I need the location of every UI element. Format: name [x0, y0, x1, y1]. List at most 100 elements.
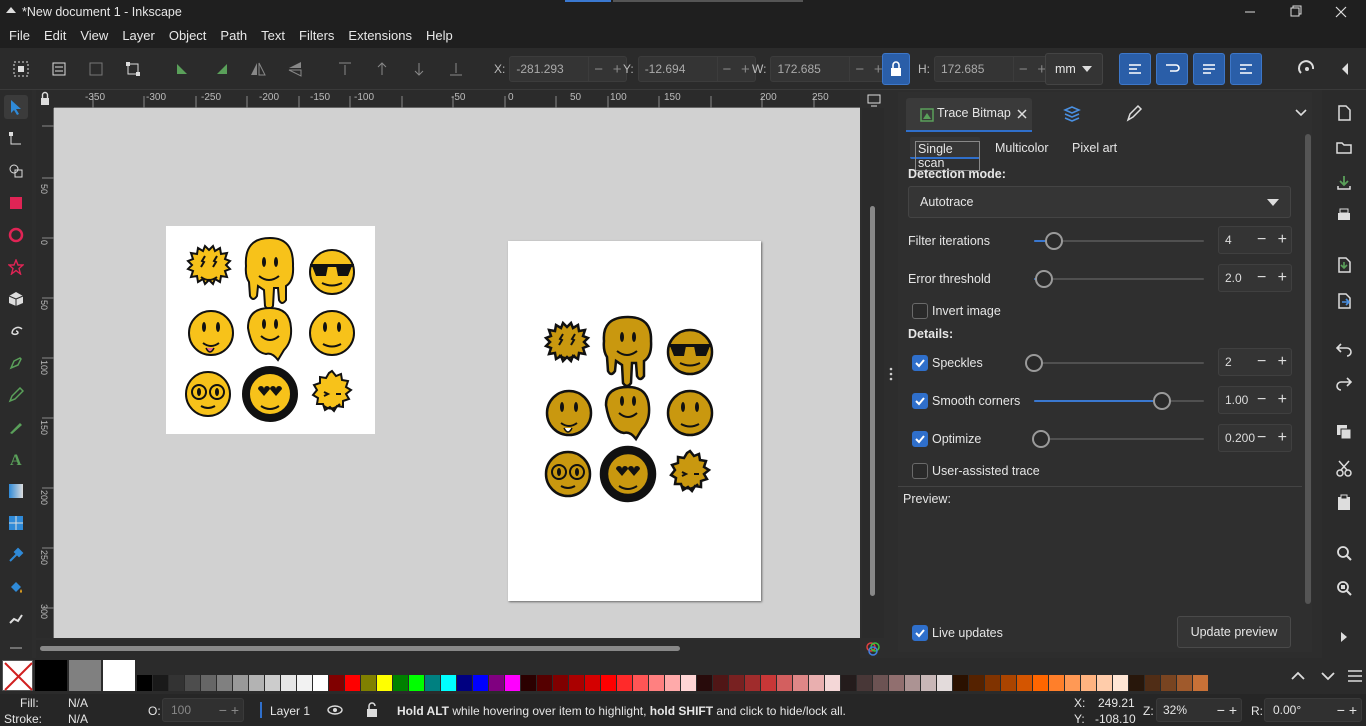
- stroke-value[interactable]: N/A: [68, 712, 88, 726]
- restore-button[interactable]: [1285, 3, 1305, 21]
- palette-swatch[interactable]: [169, 675, 184, 691]
- y-coordinate-field[interactable]: Y: -12.694 − +: [623, 56, 756, 82]
- mode-multicolor[interactable]: Multicolor: [995, 141, 1049, 155]
- palette-swatch[interactable]: [265, 675, 280, 691]
- optimize-slider-knob[interactable]: [1031, 430, 1050, 448]
- layer-lock-icon[interactable]: [364, 701, 380, 719]
- palette-swatch[interactable]: [281, 675, 296, 691]
- optimize-spin[interactable]: 0.200 − +: [1218, 424, 1292, 452]
- palette-swatch[interactable]: [457, 675, 472, 691]
- more-commands-icon[interactable]: [1332, 625, 1356, 649]
- palette-swatch[interactable]: [361, 675, 376, 691]
- palette-swatch[interactable]: [777, 675, 792, 691]
- vertical-scrollbar[interactable]: [862, 108, 884, 638]
- palette-swatch[interactable]: [1065, 675, 1080, 691]
- optimize-value[interactable]: 0.200: [1219, 431, 1257, 445]
- opacity-spin[interactable]: 100− +: [162, 698, 244, 722]
- gradient-tool-icon[interactable]: [4, 479, 28, 503]
- palette-swatch[interactable]: [969, 675, 984, 691]
- update-preview-button[interactable]: Update preview: [1177, 616, 1291, 648]
- palette-menu-icon[interactable]: [1345, 666, 1365, 686]
- x-coordinate-field[interactable]: X: -281.293 − +: [494, 56, 628, 82]
- palette-swatch[interactable]: [1145, 675, 1160, 691]
- smooth-corners-checkbox[interactable]: [912, 393, 928, 409]
- close-window-button[interactable]: [1331, 3, 1351, 21]
- scale-corners-button[interactable]: [1156, 53, 1188, 85]
- speckles-stepper[interactable]: − +: [1257, 353, 1291, 371]
- ellipse-tool-icon[interactable]: [4, 223, 28, 247]
- mode-single-scan[interactable]: Single scan: [910, 137, 980, 171]
- minimize-button[interactable]: [1240, 3, 1260, 21]
- palette-swatch[interactable]: [441, 675, 456, 691]
- snap-toggle-icon[interactable]: [1296, 58, 1318, 80]
- palette-swatch[interactable]: [937, 675, 952, 691]
- error-threshold-value[interactable]: 2.0: [1219, 271, 1257, 285]
- new-document-icon[interactable]: [1332, 101, 1356, 125]
- vertical-ruler[interactable]: 50 0 50 100 150 200 250 300: [36, 108, 54, 638]
- menu-layer[interactable]: Layer: [115, 24, 162, 48]
- palette-swatch[interactable]: [825, 675, 840, 691]
- node-tool-icon[interactable]: [4, 127, 28, 151]
- rotate-cw-icon[interactable]: [208, 56, 234, 82]
- palette-swatch[interactable]: [601, 675, 616, 691]
- palette-swatch[interactable]: [1177, 675, 1192, 691]
- palette-swatch[interactable]: [729, 675, 744, 691]
- print-icon[interactable]: [1332, 203, 1356, 227]
- palette-swatch[interactable]: [905, 675, 920, 691]
- y-value[interactable]: -12.694: [637, 56, 718, 82]
- lock-ratio-button[interactable]: [882, 53, 910, 85]
- menu-view[interactable]: View: [73, 24, 115, 48]
- optimize-checkbox[interactable]: [912, 431, 928, 447]
- palette-swatch[interactable]: [489, 675, 504, 691]
- invert-image-checkbox[interactable]: [912, 303, 928, 319]
- display-mode-icon[interactable]: [866, 92, 882, 108]
- zoom-drawing-icon[interactable]: [1332, 576, 1356, 600]
- dock-handle-icon[interactable]: [886, 360, 896, 390]
- palette-swatch[interactable]: [1129, 675, 1144, 691]
- menu-file[interactable]: File: [0, 24, 37, 48]
- filter-iterations-stepper[interactable]: − +: [1257, 231, 1291, 249]
- current-layer-label[interactable]: Layer 1: [270, 704, 310, 718]
- palette-swatch[interactable]: [185, 675, 200, 691]
- smooth-corners-slider-knob[interactable]: [1152, 392, 1171, 410]
- palette-swatch[interactable]: [473, 675, 488, 691]
- palette-swatch[interactable]: [393, 675, 408, 691]
- menu-extensions[interactable]: Extensions: [341, 24, 419, 48]
- unit-select[interactable]: mm: [1045, 53, 1103, 85]
- speckles-spin[interactable]: 2 − +: [1218, 348, 1292, 376]
- gray-swatch[interactable]: [69, 660, 101, 691]
- undo-icon[interactable]: [1332, 337, 1356, 361]
- vertical-scroll-thumb[interactable]: [870, 206, 875, 596]
- palette-swatch[interactable]: [809, 675, 824, 691]
- collapse-toolbar-icon[interactable]: [1334, 58, 1356, 80]
- palette-swatch[interactable]: [1001, 675, 1016, 691]
- palette-swatch[interactable]: [1049, 675, 1064, 691]
- palette-swatch[interactable]: [857, 675, 872, 691]
- palette-swatch[interactable]: [585, 675, 600, 691]
- palette-swatch[interactable]: [569, 675, 584, 691]
- palette-swatch[interactable]: [137, 675, 152, 691]
- menu-path[interactable]: Path: [213, 24, 254, 48]
- height-field[interactable]: H: 172.685 − +: [918, 56, 1052, 82]
- star-tool-icon[interactable]: [4, 255, 28, 279]
- move-gradients-button[interactable]: [1193, 53, 1225, 85]
- palette-swatch[interactable]: [553, 675, 568, 691]
- palette-scroll-up-icon[interactable]: [1288, 666, 1308, 686]
- black-swatch[interactable]: [35, 660, 67, 691]
- palette-swatch[interactable]: [665, 675, 680, 691]
- palette-swatch[interactable]: [1193, 675, 1208, 691]
- palette-swatch[interactable]: [921, 675, 936, 691]
- palette-swatch[interactable]: [249, 675, 264, 691]
- dock-scrollbar-thumb[interactable]: [1305, 134, 1311, 604]
- palette-swatch[interactable]: [313, 675, 328, 691]
- palette-swatch[interactable]: [521, 675, 536, 691]
- text-tool-icon[interactable]: A: [4, 447, 28, 471]
- horizontal-scroll-thumb[interactable]: [40, 646, 680, 651]
- fill-value[interactable]: N/A: [68, 696, 88, 710]
- palette-swatch[interactable]: [297, 675, 312, 691]
- palette-swatch[interactable]: [1081, 675, 1096, 691]
- palette-swatch[interactable]: [985, 675, 1000, 691]
- select-all-icon[interactable]: [8, 56, 34, 82]
- open-file-icon[interactable]: [1332, 135, 1356, 159]
- palette-swatch[interactable]: [1161, 675, 1176, 691]
